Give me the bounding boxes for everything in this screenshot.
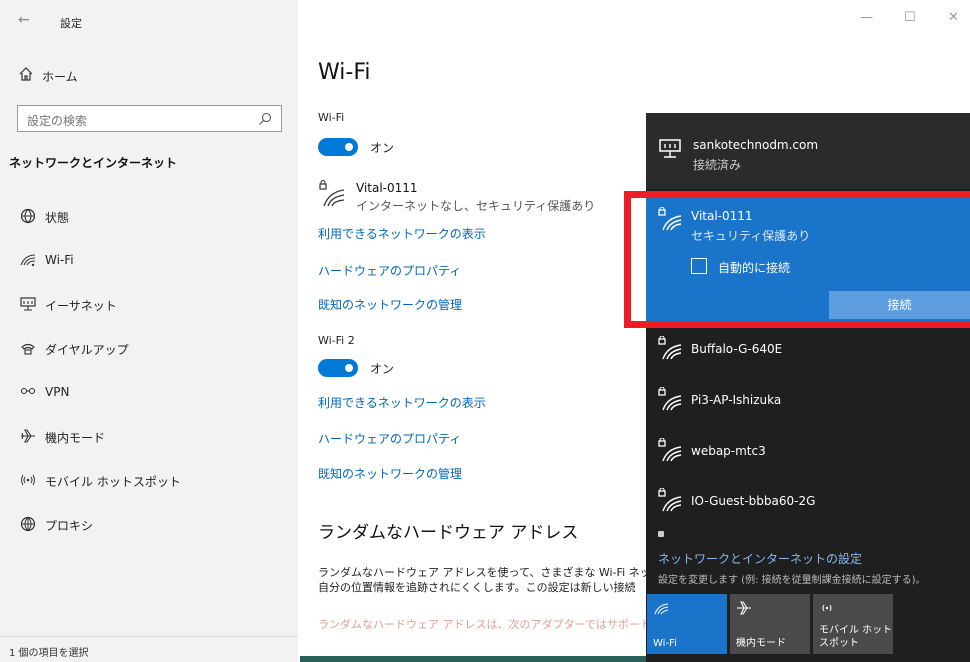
window-controls: — ☐ ✕: [840, 0, 970, 32]
network-settings-description: 設定を変更します (例: 接続を従量制課金接続に設定する)。: [658, 575, 926, 586]
page-title: Wi-Fi: [318, 60, 371, 85]
search-placeholder: 設定の検索: [27, 114, 88, 128]
back-arrow-icon[interactable]: ←: [18, 12, 30, 28]
network-name: webap-mtc3: [691, 444, 766, 458]
hotspot-icon: [21, 474, 35, 486]
status-globe-icon: [20, 208, 36, 224]
quick-action-label: Wi-Fi: [653, 638, 677, 649]
adapter2-toggle[interactable]: [318, 359, 358, 377]
sidebar-item-ethernet[interactable]: イーサネット: [0, 288, 298, 320]
wifi-secured-icon: [319, 180, 345, 207]
dialup-icon: [21, 343, 35, 355]
sidebar-item-airplane[interactable]: 機内モード: [0, 420, 298, 452]
status-text: 1 個の項目を選択: [9, 648, 89, 659]
sidebar-item-status[interactable]: 状態: [0, 200, 298, 232]
proxy-globe-icon: [20, 516, 36, 532]
minimize-icon[interactable]: —: [860, 10, 873, 25]
sidebar-item-proxy[interactable]: プロキシ: [0, 508, 298, 540]
adapter1-toggle[interactable]: [318, 138, 358, 156]
random-hw-paragraph-line3: ランダムなハードウェア アドレスは、次のアダプターではサポートされ: [318, 618, 648, 631]
random-hw-heading: ランダムなハードウェア アドレス: [318, 523, 579, 543]
sidebar-item-label: ダイヤルアップ: [45, 343, 129, 357]
taskbar-strip: [300, 656, 646, 662]
settings-sidebar: ← 設定 ホーム 設定の検索 ネットワークとインターネット 状態 Wi-Fi イ…: [0, 0, 298, 662]
sidebar-item-label: 機内モード: [45, 431, 106, 445]
random-hw-paragraph-line2: 自分の位置情報を追跡されにくくします。この設定は新しい接続: [318, 581, 636, 594]
adapter2-known-networks-link[interactable]: 既知のネットワークの管理: [318, 465, 462, 482]
hotspot-icon: [822, 604, 832, 612]
wifi-secured-icon: [658, 387, 682, 411]
network-name: Pi3-AP-Ishizuka: [691, 393, 782, 407]
maximize-icon[interactable]: ☐: [904, 10, 916, 25]
sidebar-item-label: イーサネット: [45, 299, 117, 313]
adapter1-toggle-label: オン: [370, 141, 395, 155]
adapter1-network-status: インターネットなし、セキュリティ保護あり: [356, 199, 596, 213]
ethernet-icon: [659, 139, 681, 158]
title-bar: ← 設定: [0, 0, 298, 44]
adapter1-label: Wi-Fi: [318, 111, 345, 124]
sidebar-item-label: モバイル ホットスポット: [45, 475, 181, 489]
adapter1-network-name: Vital-0111: [356, 181, 418, 195]
airplane-icon: [21, 429, 35, 443]
adapter1-known-networks-link[interactable]: 既知のネットワークの管理: [318, 296, 462, 313]
sidebar-item-dialup[interactable]: ダイヤルアップ: [0, 332, 298, 364]
network-list-item[interactable]: Pi3-AP-Ishizuka: [646, 379, 970, 419]
quick-action-label: モバイル ホットスポット: [819, 625, 893, 649]
ethernet-icon: [20, 297, 36, 311]
quick-action-hotspot[interactable]: モバイル ホットスポット: [813, 594, 893, 654]
adapter2-label: Wi-Fi 2: [318, 334, 355, 347]
random-hw-paragraph-line1: ランダムなハードウェア アドレスを使って、さまざまな Wi-Fi ネットワー: [318, 566, 648, 579]
adapter2-toggle-label: オン: [370, 362, 395, 376]
wifi-secured-icon: [658, 438, 682, 462]
vpn-icon: [20, 387, 36, 395]
quick-action-airplane[interactable]: 機内モード: [730, 594, 810, 654]
wifi-icon: [654, 603, 669, 615]
adapter1-hw-properties-link[interactable]: ハードウェアのプロパティ: [318, 262, 461, 279]
sidebar-item-label: 状態: [45, 211, 70, 225]
sidebar-item-label: プロキシ: [45, 519, 94, 533]
wifi-icon: [20, 254, 36, 267]
network-list-item[interactable]: Buffalo-G-640E: [646, 328, 970, 368]
sidebar-item-label: Wi-Fi: [45, 253, 74, 267]
network-list-item[interactable]: IO-Guest-bbba60-2G: [646, 480, 970, 520]
close-icon[interactable]: ✕: [948, 10, 959, 25]
sidebar-item-label: VPN: [45, 385, 70, 399]
wifi-secured-icon: [658, 488, 682, 512]
adapter2-hw-properties-link[interactable]: ハードウェアのプロパティ: [318, 430, 461, 447]
nav-home[interactable]: ホーム: [0, 60, 298, 90]
section-title: ネットワークとインターネット: [9, 156, 178, 170]
red-highlight-box: [624, 191, 970, 328]
sidebar-item-vpn[interactable]: VPN: [0, 376, 298, 408]
connected-network-item[interactable]: sankotechnodm.com 接続済み: [646, 113, 970, 189]
connected-network-name: sankotechnodm.com: [693, 138, 819, 152]
quick-action-label: 機内モード: [736, 638, 786, 649]
nav-home-label: ホーム: [42, 70, 78, 84]
home-icon: [19, 67, 33, 81]
airplane-icon: [737, 601, 751, 615]
settings-search-input[interactable]: 設定の検索: [17, 105, 282, 132]
network-list-item[interactable]: webap-mtc3: [646, 430, 970, 470]
adapter1-show-networks-link[interactable]: 利用できるネットワークの表示: [318, 225, 486, 242]
network-settings-link[interactable]: ネットワークとインターネットの設定: [658, 550, 862, 567]
window-title: 設定: [60, 17, 82, 30]
search-icon: [259, 112, 272, 125]
quick-action-wifi[interactable]: Wi-Fi: [647, 594, 727, 654]
adapter2-show-networks-link[interactable]: 利用できるネットワークの表示: [318, 394, 486, 411]
wifi-secured-icon: [658, 336, 682, 360]
sidebar-item-hotspot[interactable]: モバイル ホットスポット: [0, 464, 298, 496]
connected-network-status: 接続済み: [693, 158, 742, 172]
lock-icon: [658, 531, 664, 537]
sidebar-item-wifi[interactable]: Wi-Fi: [0, 244, 298, 276]
network-name: IO-Guest-bbba60-2G: [691, 494, 816, 508]
network-name: Buffalo-G-640E: [691, 342, 783, 356]
status-bar: 1 個の項目を選択: [0, 636, 298, 662]
